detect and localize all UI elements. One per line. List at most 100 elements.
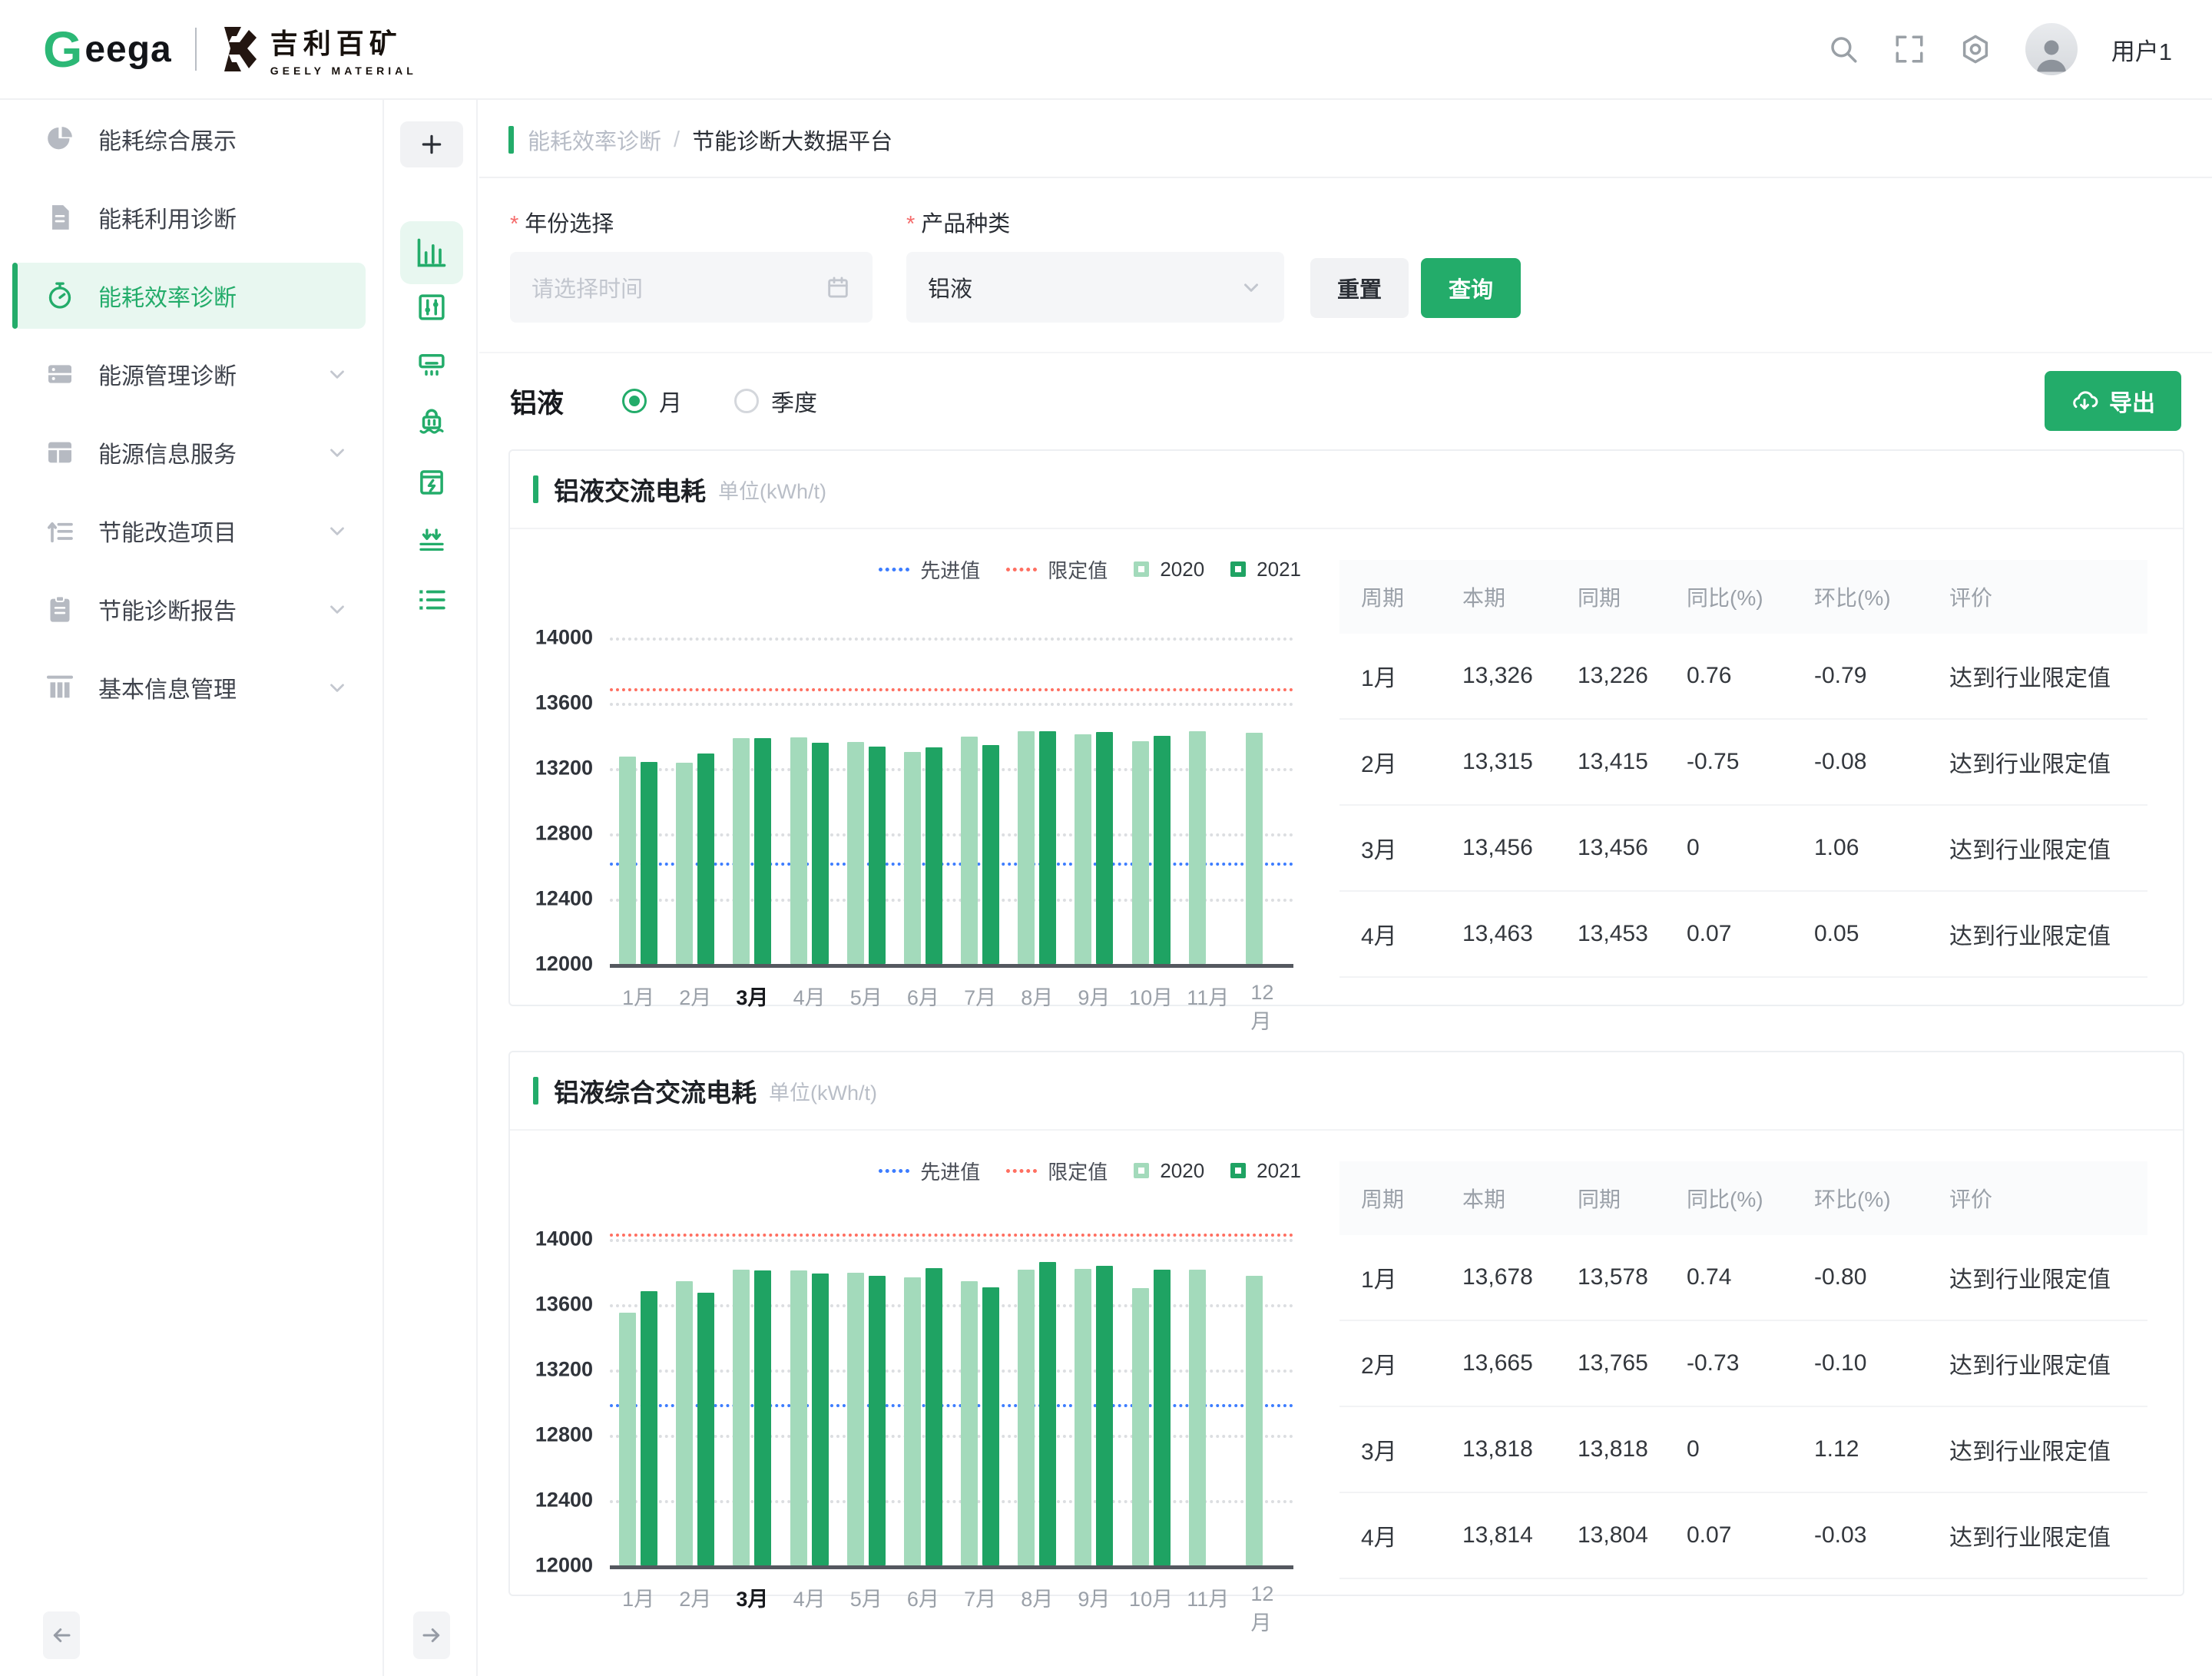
bar-2020-3月: [733, 738, 750, 964]
legend-item[interactable]: 2021: [1230, 1159, 1301, 1183]
chevron-down-icon: [326, 598, 349, 621]
table-cell: -0.10: [1793, 1350, 1928, 1376]
bar-chart: 1200012400128001320013600140001月2月3月4月5月…: [610, 1204, 1293, 1565]
year-date-picker[interactable]: 请选择时间: [510, 252, 873, 323]
bar-2021-3月: [754, 738, 771, 964]
export-button[interactable]: 导出: [2045, 371, 2181, 431]
card-title: 铝液综合交流电耗: [554, 1072, 757, 1109]
sliders-icon: [416, 291, 448, 323]
table-row: 1月13,67813,5780.74-0.80达到行业限定值: [1339, 1235, 2147, 1321]
table-cell: 13,678: [1441, 1264, 1556, 1290]
logo-divider: [195, 28, 197, 71]
sidebar-item[interactable]: 能耗利用诊断: [0, 178, 382, 257]
product-type-select[interactable]: 铝液: [906, 252, 1284, 323]
x-axis-tick: 2月: [679, 981, 711, 1011]
table-header-cell: 同期: [1556, 1183, 1665, 1214]
sidebar-item[interactable]: 能源信息服务: [0, 413, 382, 492]
chart-area: 先进值限定值 2020 2021 1200012400128001320013600…: [510, 1131, 1339, 1593]
table-cell: 0.74: [1665, 1264, 1793, 1290]
geely-material-cn: 吉利百矿: [270, 22, 417, 61]
table-cell: -0.03: [1793, 1522, 1928, 1548]
bar-2021-6月: [926, 747, 942, 964]
table-header-cell: 同比(%): [1665, 581, 1793, 612]
legend-item[interactable]: 限定值: [1006, 555, 1108, 584]
legend-square-icon: [1134, 561, 1149, 577]
brand-logos: Geega 吉利百矿 GEELY MATERIAL: [43, 22, 417, 77]
header-divider: [479, 177, 2212, 178]
air-conditioner-icon: [416, 349, 448, 381]
y-axis-tick: 12000: [508, 952, 593, 976]
sidebar-item[interactable]: 节能诊断报告: [0, 570, 382, 648]
legend-item[interactable]: 2021: [1230, 558, 1301, 581]
sidebar-collapse-button[interactable]: [43, 1611, 80, 1659]
table-cell: 2月: [1339, 1346, 1441, 1380]
rail-item-bar-chart[interactable]: [400, 221, 463, 284]
legend-square-icon: [1230, 561, 1246, 577]
sidebar-item[interactable]: 基本信息管理: [0, 648, 382, 727]
search-icon[interactable]: [1827, 33, 1859, 65]
fullscreen-icon[interactable]: [1893, 33, 1926, 65]
table-cell: 0.07: [1665, 921, 1793, 947]
table-cell: 13,578: [1556, 1264, 1665, 1290]
rail-expand-button[interactable]: [413, 1611, 450, 1659]
sidebar-item[interactable]: 能源管理诊断: [0, 335, 382, 413]
data-table: 周期本期同期同比(%)环比(%)评价1月13,67813,5780.74-0.8…: [1339, 1131, 2183, 1593]
geely-material-en: GEELY MATERIAL: [270, 65, 417, 77]
required-asterisk: *: [510, 212, 518, 237]
legend-item[interactable]: 限定值: [1006, 1157, 1108, 1185]
query-button[interactable]: 查询: [1421, 258, 1521, 318]
limit-value-line: [610, 688, 1293, 691]
chevron-down-icon: [326, 676, 349, 699]
legend-item[interactable]: 2020: [1134, 558, 1204, 581]
radio-quarter[interactable]: 季度: [734, 384, 817, 418]
bar-2021-9月: [1096, 1266, 1113, 1565]
chart-legend: 先进值限定值 2020 2021: [879, 1154, 1301, 1187]
add-panel-button[interactable]: [400, 121, 463, 167]
reset-button[interactable]: 重置: [1310, 258, 1409, 318]
radio-month[interactable]: 月: [622, 384, 682, 418]
card-accent-bar: [533, 475, 538, 503]
table-header-cell: 本期: [1441, 581, 1556, 612]
bar-2020-7月: [961, 1281, 978, 1565]
table-row: 3月13,45613,45601.06达到行业限定值: [1339, 806, 2147, 892]
x-axis-tick: 9月: [1078, 981, 1110, 1011]
table-cell: 13,453: [1556, 921, 1665, 947]
bar-2020-11月: [1189, 1270, 1206, 1565]
sidebar-item-label: 能源信息服务: [98, 436, 237, 469]
card-comprehensive-ac-power-consumption: 铝液综合交流电耗 单位(kWh/t) 先进值限定值20202021 120001…: [508, 1051, 2184, 1596]
sidebar-item[interactable]: 能耗效率诊断: [0, 257, 382, 335]
table-cell: 3月: [1339, 1433, 1441, 1466]
settings-icon[interactable]: [1959, 33, 1992, 65]
table-cell: 1月: [1339, 659, 1441, 693]
x-axis-tick: 1月: [622, 1582, 654, 1612]
table-cell: 1.06: [1793, 835, 1928, 861]
y-axis-tick: 13200: [508, 1358, 593, 1382]
sidebar-item[interactable]: 节能改造项目: [0, 492, 382, 570]
breadcrumb-separator: /: [674, 128, 680, 153]
table-cell: -0.79: [1793, 663, 1928, 689]
bar-2020-5月: [847, 1273, 864, 1565]
legend-item[interactable]: 先进值: [879, 555, 980, 584]
x-axis-tick: 7月: [964, 981, 996, 1011]
user-name[interactable]: 用户1: [2111, 32, 2172, 67]
harbor-icon: [416, 406, 448, 439]
card-accent-bar: [533, 1077, 538, 1105]
bar-chart-icon: [415, 236, 449, 270]
breadcrumb-current: 节能诊断大数据平台: [692, 124, 892, 156]
power-window-icon: [416, 466, 448, 498]
legend-item[interactable]: 先进值: [879, 1157, 980, 1185]
table-cell: 13,814: [1441, 1522, 1556, 1548]
legend-item[interactable]: 2020: [1134, 1159, 1204, 1183]
table-cell: 13,315: [1441, 749, 1556, 775]
bar-2021-8月: [1039, 731, 1056, 964]
bar-2020-7月: [961, 737, 978, 964]
avatar[interactable]: [2025, 23, 2078, 75]
sidebar-item[interactable]: 能耗综合展示: [0, 100, 382, 178]
bar-2020-6月: [904, 1277, 921, 1565]
bar-2020-1月: [619, 757, 636, 964]
card-title: 铝液交流电耗: [554, 471, 706, 508]
breadcrumb-parent[interactable]: 能耗效率诊断: [528, 124, 661, 156]
breadcrumb: 能耗效率诊断 / 节能诊断大数据平台: [508, 123, 892, 157]
table-row: 1月13,32613,2260.76-0.79达到行业限定值: [1339, 634, 2147, 720]
table-cell: 达到行业限定值: [1928, 831, 2147, 865]
